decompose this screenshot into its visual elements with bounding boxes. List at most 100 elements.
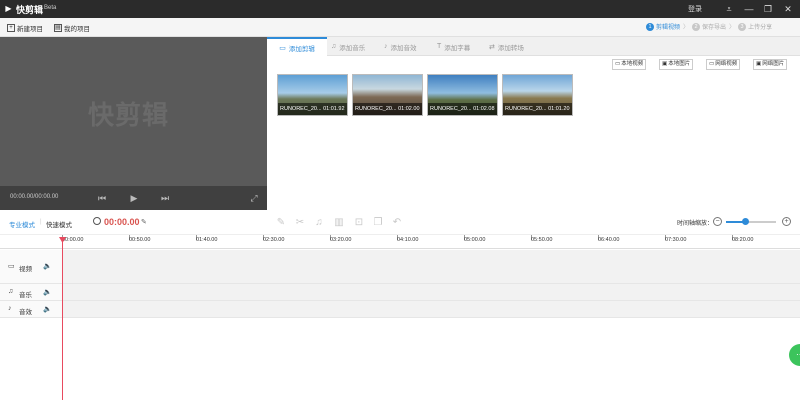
step-label: 保存导出 (702, 25, 727, 31)
close-icon[interactable]: ✕ (781, 2, 795, 16)
tab-add-music[interactable]: ♫ 添加音乐 (331, 37, 365, 56)
step-label: 剪辑视频 (656, 25, 681, 31)
step-number: 3 (738, 22, 747, 31)
track-lane[interactable] (62, 284, 800, 300)
next-frame-icon[interactable]: ⏭ (158, 191, 172, 205)
play-icon[interactable]: ▶ (127, 191, 141, 205)
image-icon: ▣ (756, 61, 762, 67)
button-label: 本地图片 (668, 61, 691, 67)
tab-add-sound-effect[interactable]: ♪ 添加音效 (384, 37, 417, 56)
login-link[interactable]: 登录 (688, 4, 702, 14)
ruler-tick-label: 01:40.00 (196, 237, 218, 243)
track-lane[interactable] (62, 250, 800, 283)
ruler-tick-label: 08:20.00 (732, 237, 754, 243)
my-projects-label: 我的项目 (64, 25, 90, 33)
media-clip[interactable]: RUNOREC_20... 01:02.08 (427, 74, 498, 116)
undo-icon[interactable]: ↶ (391, 217, 403, 229)
playhead[interactable] (62, 237, 63, 400)
volume-icon[interactable]: 🔈 (43, 288, 52, 296)
pencil-icon[interactable]: ✎ (275, 217, 287, 229)
mode-separator: | (40, 219, 42, 225)
tab-add-clip[interactable]: ▭ 添加剪辑 (267, 37, 327, 56)
copy-icon[interactable]: ❐ (372, 217, 384, 229)
transition-icon: ⇄ (489, 43, 495, 51)
button-label: 网络视频 (715, 61, 738, 67)
restore-icon[interactable]: ❐ (761, 2, 775, 16)
assistant-icon[interactable]: ⋯ (789, 344, 800, 366)
track-header: ♪ 音效 🔈 (0, 301, 62, 317)
step-separator: 〉 (729, 25, 736, 31)
step-share: 3 上传分享 (738, 22, 772, 31)
button-label: 本地视频 (621, 61, 644, 67)
volume-icon[interactable]: 🔈 (43, 305, 52, 313)
new-project-label: 新建项目 (17, 25, 43, 33)
zoom-slider-handle[interactable] (742, 218, 749, 225)
sound-effect-icon: ♪ (384, 43, 388, 50)
track-header: ♫ 音乐 🔈 (0, 284, 62, 300)
app-logo-icon: ▶ (5, 4, 12, 13)
sound-effect-track: ♪ 音效 🔈 (0, 301, 800, 318)
ruler-tick-label: 00:50.00 (129, 237, 151, 243)
plus-icon: + (7, 23, 15, 32)
preview-timecode: 00:00.00/00:00.00 (10, 194, 59, 200)
step-export: 2 保存导出 (692, 22, 726, 31)
tab-add-transition[interactable]: ⇄ 添加转场 (489, 37, 524, 56)
media-clip[interactable]: RUNOREC_20... 01:01.92 (277, 74, 348, 116)
timeline-controls: 专业模式 | 快速模式 00:00.00 ✎ ✎ ✂ ♫ ▥ ⊡ ❐ ↶ 时间轴… (0, 210, 800, 235)
step-edit: 1 剪辑视频 (646, 22, 680, 31)
online-image-button[interactable]: ▣ 网络图片 (753, 59, 788, 70)
quick-mode-tab[interactable]: 快速模式 (46, 219, 72, 229)
music-track-icon: ♫ (8, 288, 14, 295)
text-icon: T (437, 43, 442, 50)
step-indicator: 1 剪辑视频 〉 2 保存导出 〉 3 上传分享 (646, 22, 772, 31)
preview-watermark: 快剪辑 (88, 100, 170, 130)
player-controls: 00:00.00/00:00.00 ⏮ ▶ ⏭ ⤢ (0, 186, 267, 210)
tab-label: 添加转场 (497, 44, 524, 52)
ruler-tick-label: 04:10.00 (397, 237, 419, 243)
local-video-button[interactable]: ▭ 本地视频 (612, 59, 647, 70)
sound-track-icon: ♪ (8, 305, 12, 312)
crop-icon[interactable]: ⊡ (353, 217, 365, 229)
my-projects-button[interactable]: ▤ 我的项目 (54, 22, 90, 33)
edit-time-icon[interactable]: ✎ (141, 218, 147, 226)
title-bar: ▶ 快剪辑 Beta 登录 ⩡ — ❐ ✕ (0, 0, 800, 18)
beta-badge: Beta (44, 5, 57, 11)
minimize-icon[interactable]: — (742, 2, 756, 16)
music-track: ♫ 音乐 🔈 (0, 284, 800, 301)
preview-player: 快剪辑 00:00.00/00:00.00 ⏮ ▶ ⏭ ⤢ (0, 37, 267, 210)
tab-add-subtitle[interactable]: T 添加字幕 (437, 37, 470, 56)
timeline-ruler[interactable]: 00:00.00 00:50.00 01:40.00 02:30.00 03:20.00… (0, 235, 800, 249)
video-icon: ▭ (709, 61, 715, 67)
track-lane[interactable] (62, 301, 800, 317)
volume-icon[interactable]: 🔈 (43, 262, 52, 270)
previous-frame-icon[interactable]: ⏮ (95, 191, 109, 205)
media-clip[interactable]: RUNOREC_20... 01:01.20 (502, 74, 573, 116)
zoom-label: 时间轴缩放： (677, 221, 714, 227)
zoom-out-icon[interactable]: − (713, 217, 722, 226)
track-label: 音乐 (19, 292, 32, 299)
track-header: ▭ 视频 🔈 (0, 250, 62, 283)
clip-label: RUNOREC_20... 01:01.20 (503, 103, 572, 115)
menu-icon[interactable]: ⩡ (722, 2, 736, 16)
scissors-icon[interactable]: ✂ (294, 217, 306, 229)
fullscreen-icon[interactable]: ⤢ (247, 191, 261, 205)
local-image-button[interactable]: ▣ 本地图片 (659, 59, 694, 70)
tab-label: 添加音乐 (339, 44, 366, 52)
bell-icon[interactable]: ♫ (313, 217, 325, 229)
zoom-in-icon[interactable]: + (782, 217, 791, 226)
app-title: 快剪辑 (16, 5, 44, 15)
professional-mode-tab[interactable]: 专业模式 (9, 219, 35, 229)
image-icon: ▣ (662, 61, 668, 67)
online-video-button[interactable]: ▭ 网络视频 (706, 59, 741, 70)
step-separator: 〉 (683, 25, 690, 31)
delete-icon[interactable]: ▥ (333, 217, 345, 229)
new-project-button[interactable]: + 新建项目 (7, 22, 43, 33)
media-clip[interactable]: RUNOREC_20... 01:02.00 (352, 74, 423, 116)
clock-icon (93, 217, 101, 225)
clip-label: RUNOREC_20... 01:02.00 (353, 103, 422, 115)
tab-label: 添加字幕 (444, 44, 471, 52)
folder-icon: ▤ (54, 23, 62, 32)
video-icon: ▭ (615, 61, 621, 67)
zoom-slider[interactable] (726, 218, 776, 225)
step-number: 1 (646, 22, 654, 31)
